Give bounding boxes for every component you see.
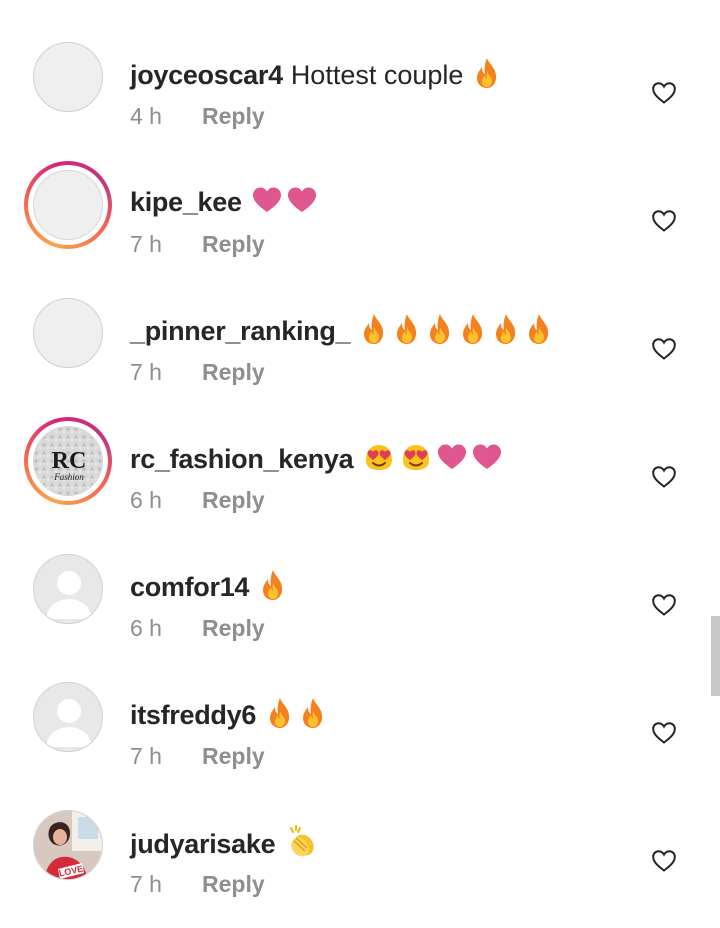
pink-heart-emoji: [287, 186, 317, 222]
avatar[interactable]: [24, 33, 112, 121]
heart-outline-icon[interactable]: [651, 848, 677, 874]
comment-timestamp: 7 h: [130, 743, 162, 769]
avatar-image: LOVE: [33, 810, 103, 880]
pink-heart-emoji: [252, 186, 282, 222]
heart-outline-icon[interactable]: [651, 720, 677, 746]
comment-timestamp: 7 h: [130, 359, 162, 385]
comment-text: comfor14: [130, 569, 287, 609]
comment-meta: 4 h Reply: [130, 101, 265, 131]
heart-outline-icon[interactable]: [651, 592, 677, 618]
comment-row: itsfreddy6 7 h Reply: [0, 668, 720, 796]
comment-text: kipe_kee: [130, 185, 317, 222]
reply-button[interactable]: Reply: [202, 103, 265, 129]
comment-row: joyceoscar4 Hottest couple 4 h Reply: [0, 28, 720, 156]
comment-meta: 7 h Reply: [130, 869, 265, 899]
comment-timestamp: 7 h: [130, 231, 162, 257]
comment-username[interactable]: itsfreddy6: [130, 700, 256, 730]
avatar[interactable]: [24, 289, 112, 377]
heart-eyes-emoji: [400, 441, 432, 481]
comment-row: _pinner_ranking_ 7 h Reply: [0, 284, 720, 412]
avatar-image: [33, 298, 103, 368]
comment-meta: 7 h Reply: [130, 741, 265, 771]
comment-text: joyceoscar4 Hottest couple: [130, 57, 501, 97]
avatar-image: [33, 554, 103, 624]
story-ring-avatar[interactable]: RC Fashion: [24, 417, 112, 505]
fire-emoji: [360, 313, 388, 353]
fire-emoji: [492, 313, 520, 353]
fire-emoji: [426, 313, 454, 353]
avatar-image: [33, 42, 103, 112]
comment-text: rc_fashion_kenya: [130, 441, 502, 481]
comment-timestamp: 4 h: [130, 103, 162, 129]
reply-button[interactable]: Reply: [202, 231, 265, 257]
story-ring-avatar[interactable]: [24, 161, 112, 249]
avatar-image: [33, 170, 103, 240]
heart-outline-icon[interactable]: [651, 336, 677, 362]
comment-username[interactable]: comfor14: [130, 572, 249, 602]
fire-emoji: [473, 57, 501, 97]
comment-timestamp: 6 h: [130, 487, 162, 513]
comment-username[interactable]: rc_fashion_kenya: [130, 444, 354, 474]
comment-row: RC Fashion rc_fashion_kenya 6 h Reply: [0, 412, 720, 540]
fire-emoji: [393, 313, 421, 353]
avatar[interactable]: LOVE: [24, 801, 112, 889]
avatar[interactable]: [24, 673, 112, 761]
reply-button[interactable]: Reply: [202, 487, 265, 513]
reply-button[interactable]: Reply: [202, 615, 265, 641]
heart-outline-icon[interactable]: [651, 80, 677, 106]
scrollbar[interactable]: [711, 616, 720, 696]
fire-emoji: [459, 313, 487, 353]
comment-text: _pinner_ranking_: [130, 313, 553, 353]
comment-meta: 7 h Reply: [130, 229, 265, 259]
avatar[interactable]: [24, 545, 112, 633]
heart-outline-icon[interactable]: [651, 464, 677, 490]
avatar-image: RC Fashion: [33, 426, 103, 496]
fire-emoji: [259, 569, 287, 609]
fire-emoji: [266, 697, 294, 737]
pink-heart-emoji: [437, 443, 467, 479]
reply-button[interactable]: Reply: [202, 871, 265, 897]
heart-outline-icon[interactable]: [651, 208, 677, 234]
comment-row: comfor14 6 h Reply: [0, 540, 720, 668]
avatar-logo-text: RC: [52, 448, 87, 474]
fire-emoji: [299, 697, 327, 737]
comment-row: LOVE judyarisake 7 h Reply: [0, 796, 720, 924]
reply-button[interactable]: Reply: [202, 743, 265, 769]
fire-emoji: [525, 313, 553, 353]
comment-username[interactable]: joyceoscar4: [130, 60, 283, 90]
comment-timestamp: 6 h: [130, 615, 162, 641]
comment-message: Hottest couple: [290, 60, 464, 91]
comment-meta: 6 h Reply: [130, 613, 265, 643]
comment-username[interactable]: judyarisake: [130, 829, 276, 859]
reply-button[interactable]: Reply: [202, 359, 265, 385]
heart-eyes-emoji: [363, 441, 395, 481]
comment-username[interactable]: kipe_kee: [130, 187, 242, 217]
avatar-image: [33, 682, 103, 752]
comment-row: kipe_kee 7 h Reply: [0, 156, 720, 284]
avatar-logo-subtext: Fashion: [53, 472, 84, 482]
comment-text: judyarisake: [130, 825, 319, 867]
pink-heart-emoji: [472, 443, 502, 479]
comment-username[interactable]: _pinner_ranking_: [130, 316, 351, 346]
comment-meta: 6 h Reply: [130, 485, 265, 515]
comment-timestamp: 7 h: [130, 871, 162, 897]
comment-meta: 7 h Reply: [130, 357, 265, 387]
comment-text: itsfreddy6: [130, 697, 327, 737]
clapping-hands-emoji: [285, 825, 319, 867]
